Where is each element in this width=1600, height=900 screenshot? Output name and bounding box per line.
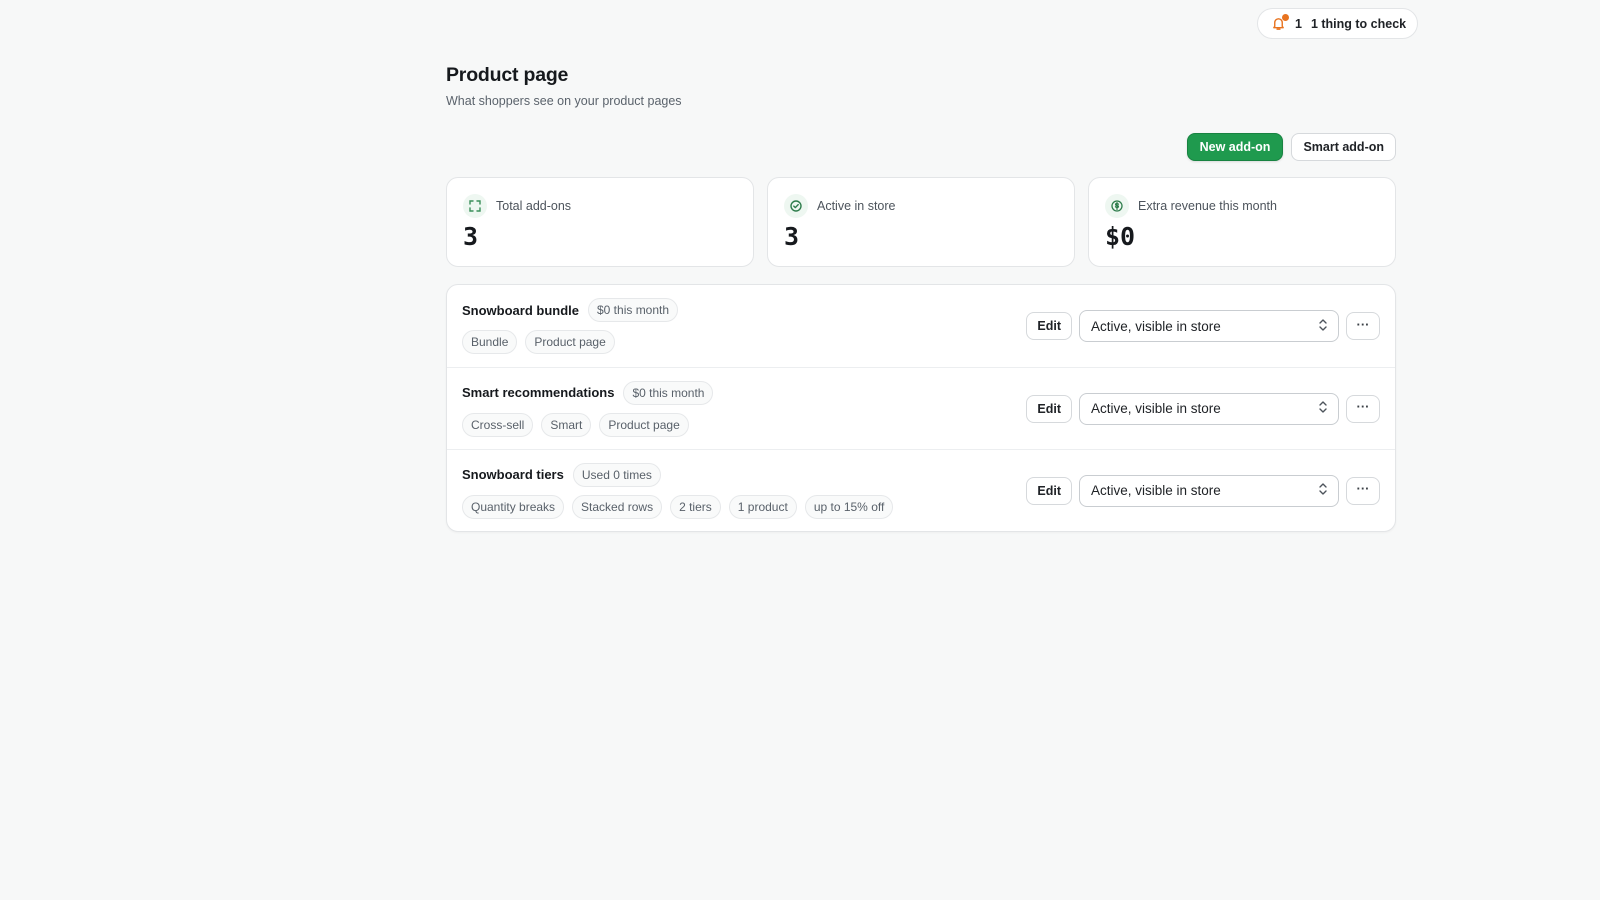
tag: Product page xyxy=(525,330,615,354)
edit-button[interactable]: Edit xyxy=(1026,394,1072,423)
more-actions-button[interactable]: ··· xyxy=(1346,312,1380,340)
tag: Smart xyxy=(541,412,592,437)
addon-row-smart-recommendations: Smart recommendations $0 this month Cros… xyxy=(447,367,1395,449)
edit-button[interactable]: Edit xyxy=(1026,312,1072,340)
chevron-up-down-icon xyxy=(1318,482,1328,499)
addon-badge: Used 0 times xyxy=(572,462,661,487)
addon-row-snowboard-tiers: Snowboard tiers Used 0 times Quantity br… xyxy=(447,449,1395,531)
expand-icon xyxy=(463,194,487,218)
chevron-up-down-icon xyxy=(1318,318,1328,335)
stat-value: $0 xyxy=(1105,222,1136,251)
more-actions-button[interactable]: ··· xyxy=(1346,394,1380,423)
status-select[interactable]: Active, visible in store xyxy=(1079,474,1339,507)
more-actions-button[interactable]: ··· xyxy=(1346,476,1380,505)
stat-card-extra-revenue: Extra revenue this month $0 xyxy=(1088,177,1396,267)
new-addon-button[interactable]: New add-on xyxy=(1186,133,1284,161)
tag: Bundle xyxy=(462,330,518,354)
addon-tags: Bundle Product page xyxy=(462,330,678,354)
addon-name: Snowboard bundle xyxy=(462,302,579,318)
smart-addon-button[interactable]: Smart add-on xyxy=(1291,133,1396,161)
status-select[interactable]: Active, visible in store xyxy=(1079,310,1339,342)
status-value: Active, visible in store xyxy=(1091,318,1221,334)
addon-name: Snowboard tiers xyxy=(462,467,564,482)
status-value: Active, visible in store xyxy=(1091,401,1221,416)
addon-badge: $0 this month xyxy=(588,298,679,322)
tag: Product page xyxy=(599,412,689,437)
page-subtitle: What shoppers see on your product pages xyxy=(446,94,682,108)
tag: Stacked rows xyxy=(572,494,663,519)
addon-tags: Cross-sell Smart Product page xyxy=(462,412,713,437)
stats-row: Total add-ons 3 Active in store 3 Extra … xyxy=(446,177,1396,267)
stat-label: Extra revenue this month xyxy=(1138,199,1277,213)
tag: 1 product xyxy=(728,494,797,519)
status-select[interactable]: Active, visible in store xyxy=(1079,392,1339,425)
addon-tags: Quantity breaks Stacked rows 2 tiers 1 p… xyxy=(462,494,894,519)
notifications-button[interactable]: 1 1 thing to check xyxy=(1257,8,1419,39)
addon-badge: $0 this month xyxy=(623,380,714,405)
status-value: Active, visible in store xyxy=(1091,483,1221,498)
tag: Quantity breaks xyxy=(462,494,565,519)
addon-name: Smart recommendations xyxy=(462,385,615,400)
addon-list: Snowboard bundle $0 this month Bundle Pr… xyxy=(446,284,1396,532)
notification-count: 1 xyxy=(1295,16,1302,31)
notification-dot xyxy=(1282,13,1289,21)
page-actions: New add-on Smart add-on xyxy=(1186,133,1396,161)
stat-value: 3 xyxy=(784,222,800,251)
tag: up to 15% off xyxy=(804,494,894,519)
stat-label: Total add-ons xyxy=(496,199,572,213)
addon-row-snowboard-bundle: Snowboard bundle $0 this month Bundle Pr… xyxy=(447,285,1395,367)
stat-card-active-in-store: Active in store 3 xyxy=(767,177,1075,267)
tag: Cross-sell xyxy=(462,412,534,437)
bell-icon xyxy=(1270,13,1289,32)
stat-card-total-addons: Total add-ons 3 xyxy=(446,177,754,267)
page-title: Product page xyxy=(446,64,569,86)
chevron-up-down-icon xyxy=(1318,400,1328,417)
edit-button[interactable]: Edit xyxy=(1026,476,1072,505)
tag: 2 tiers xyxy=(670,494,721,519)
stat-label: Active in store xyxy=(817,199,896,213)
notification-label: 1 thing to check xyxy=(1310,16,1407,31)
check-circle-icon xyxy=(784,194,808,218)
dollar-circle-icon xyxy=(1105,194,1129,218)
stat-value: 3 xyxy=(463,222,479,251)
